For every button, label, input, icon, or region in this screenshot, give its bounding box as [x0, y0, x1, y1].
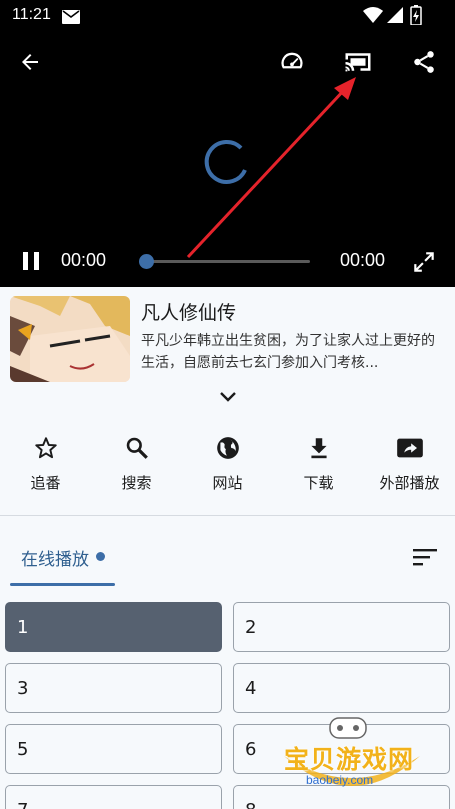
status-time: 11:21	[12, 6, 51, 23]
signal-icon	[386, 6, 404, 28]
mail-icon	[62, 9, 80, 28]
download-label: 下载	[303, 474, 334, 492]
episode-button-5[interactable]: 5	[5, 724, 222, 774]
episode-label: 2	[245, 617, 257, 638]
episode-label: 5	[17, 739, 29, 760]
current-time: 00:00	[61, 250, 107, 270]
speedometer-icon	[281, 52, 303, 69]
playback-speed-button[interactable]	[272, 42, 312, 82]
divider	[0, 515, 455, 516]
search-label: 搜索	[121, 474, 152, 492]
download-button[interactable]: 下载	[273, 428, 364, 498]
external-play-button[interactable]: 外部播放	[364, 428, 455, 498]
tab-label: 在线播放	[21, 550, 89, 570]
anime-description: 平凡少年韩立出生贫困，为了让家人过上更好的生活，自愿前去七玄门参加入门考核...	[141, 333, 435, 371]
pause-icon	[23, 252, 39, 270]
chevron-down-icon	[220, 392, 236, 402]
download-icon	[305, 434, 333, 462]
episode-label: 8	[245, 800, 256, 809]
follow-button[interactable]: 追番	[0, 428, 91, 498]
expand-description-button[interactable]	[214, 386, 242, 408]
episode-button-8[interactable]: 8	[233, 785, 450, 809]
action-bar: 追番 搜索 网站 下载 外部播放	[0, 428, 455, 498]
video-player[interactable]: 11:21 00:00 00:00	[0, 0, 455, 287]
globe-icon	[214, 434, 242, 462]
cover-image[interactable]	[10, 296, 130, 382]
seek-thumb[interactable]	[139, 254, 154, 269]
cast-icon	[345, 53, 371, 72]
website-button[interactable]: 网站	[182, 428, 273, 498]
back-button[interactable]	[10, 42, 50, 82]
cast-button[interactable]	[338, 42, 378, 82]
external-play-label: 外部播放	[379, 474, 440, 492]
episode-label: 3	[17, 678, 29, 699]
episode-label: 4	[245, 678, 257, 699]
follow-label: 追番	[30, 474, 61, 492]
search-button[interactable]: 搜索	[91, 428, 182, 498]
episode-button-3[interactable]: 3	[5, 663, 222, 713]
pause-button[interactable]	[14, 244, 48, 278]
sort-button[interactable]	[408, 542, 442, 572]
episode-button-6[interactable]: 6	[233, 724, 450, 774]
episode-button-7[interactable]: 7	[5, 785, 222, 809]
episode-label: 1	[17, 617, 29, 638]
anime-title: 凡人修仙传	[141, 302, 237, 324]
episode-label: 7	[17, 800, 28, 809]
fullscreen-icon	[414, 252, 434, 272]
sort-icon	[413, 549, 437, 566]
tab-underline	[10, 583, 115, 586]
battery-icon	[410, 5, 422, 29]
fullscreen-button[interactable]	[406, 244, 442, 280]
episode-button-1[interactable]: 1	[5, 602, 222, 652]
wifi-icon	[363, 6, 383, 28]
star-outline-icon	[32, 434, 60, 462]
episode-label: 6	[245, 739, 257, 760]
back-arrow-icon	[22, 54, 38, 70]
share-button[interactable]	[404, 42, 444, 82]
total-time: 00:00	[340, 250, 386, 270]
external-play-icon	[396, 434, 424, 462]
status-bar: 11:21	[0, 0, 455, 32]
tab-online-play[interactable]: 在线播放	[10, 536, 115, 586]
loading-spinner-icon	[201, 136, 253, 192]
seek-bar[interactable]	[139, 254, 310, 269]
website-label: 网站	[212, 474, 243, 492]
player-controls: 00:00 00:00	[0, 240, 455, 284]
search-icon	[123, 434, 151, 462]
share-icon	[414, 51, 434, 73]
episode-button-4[interactable]: 4	[233, 663, 450, 713]
tab-indicator-dot	[96, 552, 105, 561]
episode-button-2[interactable]: 2	[233, 602, 450, 652]
